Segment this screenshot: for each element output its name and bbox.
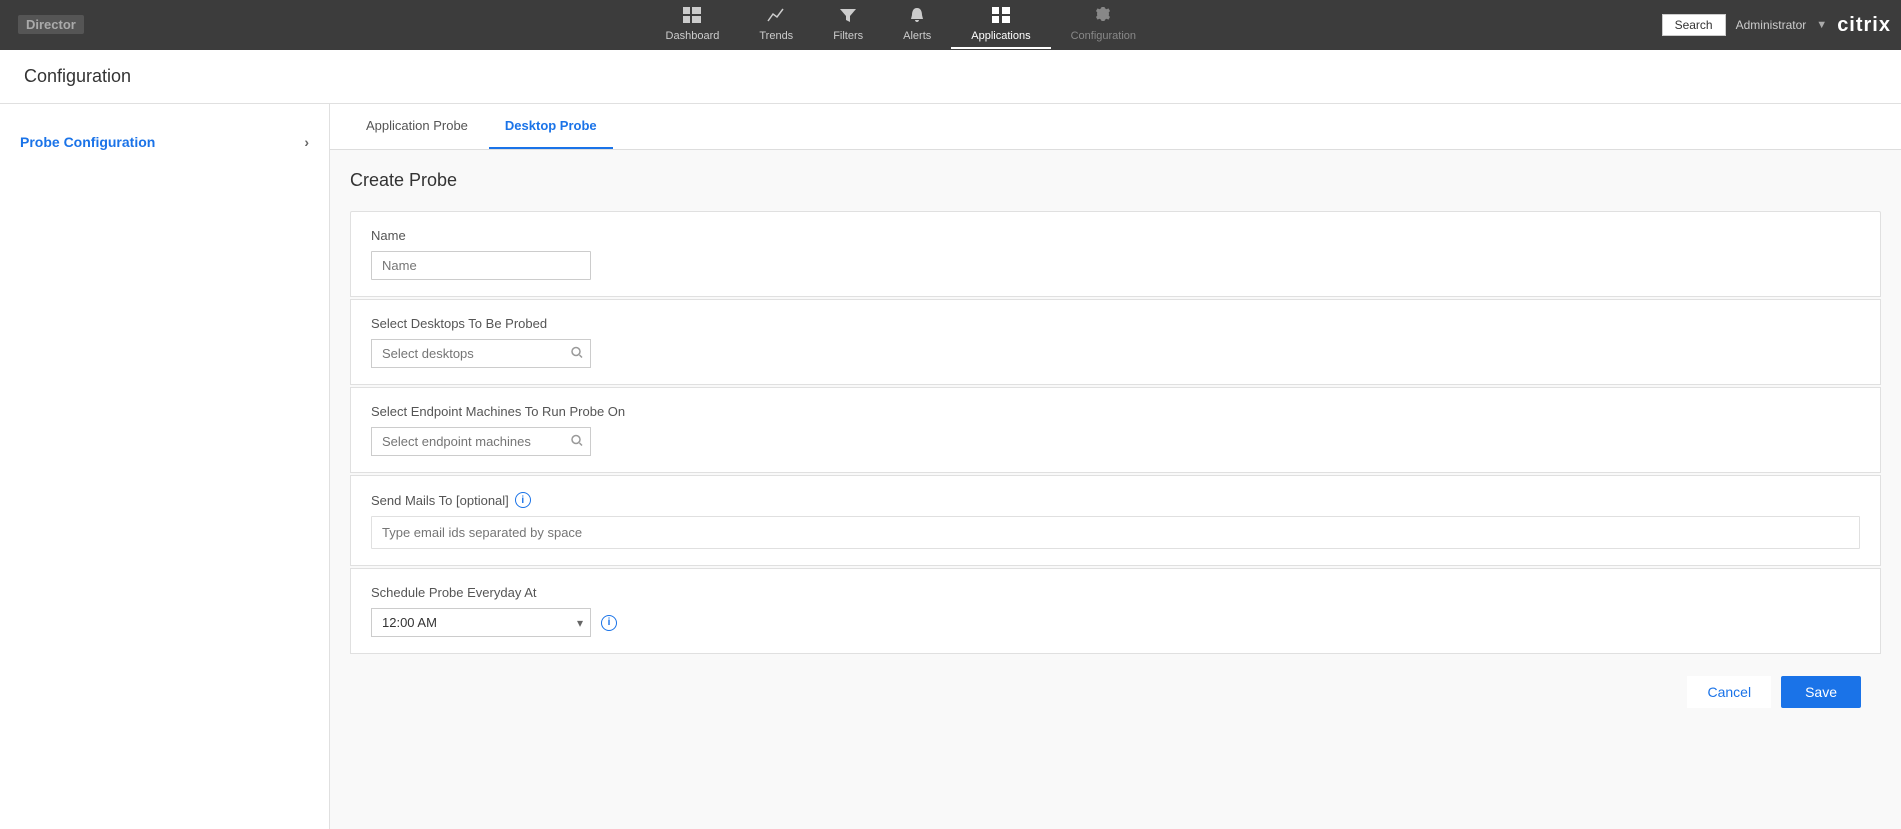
chevron-right-icon: ›	[304, 134, 309, 150]
desktops-input[interactable]	[371, 339, 591, 368]
footer-actions: Cancel Save	[350, 656, 1881, 728]
tabs-bar: Application Probe Desktop Probe	[330, 104, 1901, 150]
page-title: Configuration	[24, 66, 1877, 87]
endpoint-input[interactable]	[371, 427, 591, 456]
desktops-section: Select Desktops To Be Probed	[350, 299, 1881, 385]
email-section: Send Mails To [optional] i	[350, 475, 1881, 566]
email-input[interactable]	[371, 516, 1860, 549]
trends-icon	[767, 7, 785, 28]
schedule-info-icon[interactable]: i	[601, 615, 617, 631]
brand: Director	[10, 16, 130, 34]
endpoint-search-icon	[571, 434, 583, 449]
nav-alerts[interactable]: Alerts	[883, 2, 951, 49]
schedule-label: Schedule Probe Everyday At	[371, 585, 1860, 600]
desktops-input-wrap	[371, 339, 591, 368]
navbar: Director Dashboard Trends Filters Alerts	[0, 0, 1901, 50]
name-input[interactable]	[371, 251, 591, 280]
desktops-label: Select Desktops To Be Probed	[371, 316, 1860, 331]
email-label: Send Mails To [optional] i	[371, 492, 1860, 508]
sidebar-item-probe-configuration[interactable]: Probe Configuration ›	[0, 124, 329, 160]
email-info-icon[interactable]: i	[515, 492, 531, 508]
schedule-select[interactable]: 12:00 AM 1:00 AM 2:00 AM 3:00 AM 6:00 AM…	[371, 608, 591, 637]
desktops-search-icon	[571, 346, 583, 361]
endpoint-section: Select Endpoint Machines To Run Probe On	[350, 387, 1881, 473]
name-label: Name	[371, 228, 1860, 243]
configuration-icon	[1094, 7, 1112, 28]
admin-dropdown[interactable]: Administrator	[1736, 18, 1807, 32]
navbar-right: Search Administrator ▼ citrix	[1662, 14, 1891, 37]
main-panel: Application Probe Desktop Probe Create P…	[330, 104, 1901, 829]
endpoint-input-wrap	[371, 427, 591, 456]
endpoint-label: Select Endpoint Machines To Run Probe On	[371, 404, 1860, 419]
form-area: Create Probe Name Select Desktops To Be …	[330, 150, 1901, 748]
brand-label: Director	[18, 15, 84, 34]
page-content: Configuration Probe Configuration › Appl…	[0, 50, 1901, 829]
applications-icon	[992, 7, 1010, 28]
citrix-logo: citrix	[1837, 14, 1891, 37]
nav-trends[interactable]: Trends	[739, 2, 813, 49]
nav-configuration[interactable]: Configuration	[1051, 2, 1156, 49]
dashboard-icon	[683, 7, 701, 28]
search-button[interactable]: Search	[1662, 14, 1726, 36]
page-header: Configuration	[0, 50, 1901, 104]
save-button[interactable]: Save	[1781, 676, 1861, 708]
nav-applications[interactable]: Applications	[951, 2, 1050, 49]
schedule-section: Schedule Probe Everyday At 12:00 AM 1:00…	[350, 568, 1881, 654]
tab-desktop-probe[interactable]: Desktop Probe	[489, 104, 613, 149]
nav-items: Dashboard Trends Filters Alerts Applicat…	[140, 2, 1662, 49]
name-section: Name	[350, 211, 1881, 297]
schedule-row: 12:00 AM 1:00 AM 2:00 AM 3:00 AM 6:00 AM…	[371, 608, 1860, 637]
form-title: Create Probe	[350, 170, 1881, 191]
alerts-icon	[908, 7, 926, 28]
sidebar: Probe Configuration ›	[0, 104, 330, 829]
tab-application-probe[interactable]: Application Probe	[350, 104, 484, 149]
nav-filters[interactable]: Filters	[813, 2, 883, 49]
sidebar-item-label: Probe Configuration	[20, 134, 155, 150]
schedule-select-wrap: 12:00 AM 1:00 AM 2:00 AM 3:00 AM 6:00 AM…	[371, 608, 591, 637]
nav-dashboard[interactable]: Dashboard	[646, 2, 740, 49]
main-layout: Probe Configuration › Application Probe …	[0, 104, 1901, 829]
cancel-button[interactable]: Cancel	[1687, 676, 1771, 708]
filters-icon	[839, 7, 857, 28]
